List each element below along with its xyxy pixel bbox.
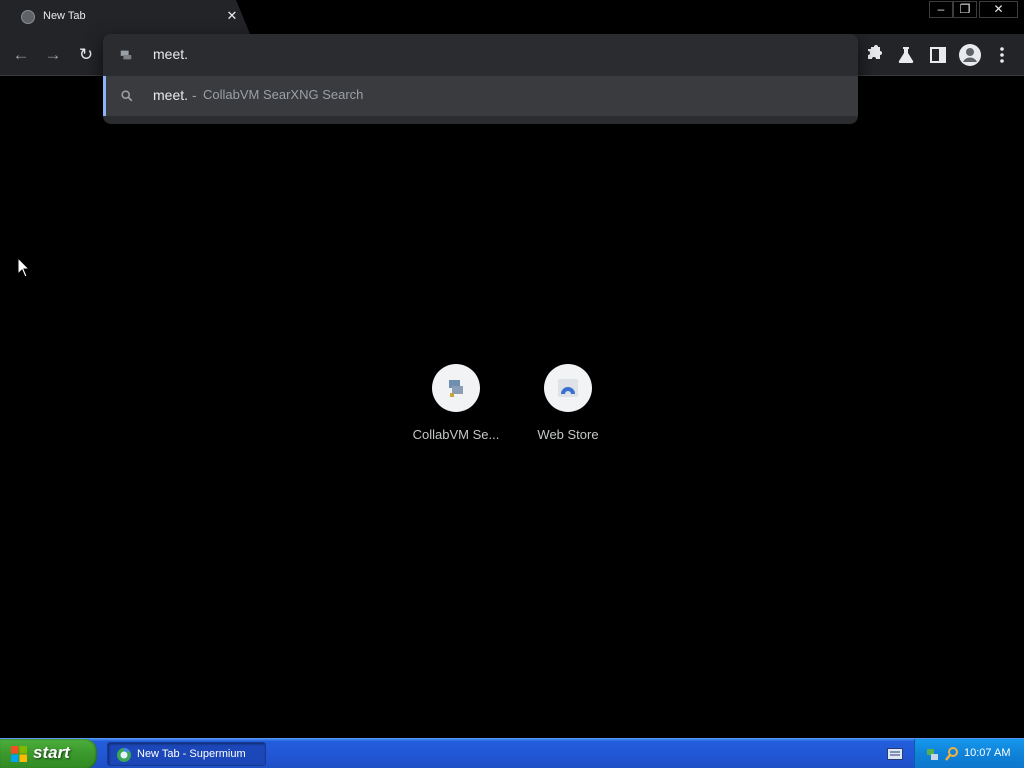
globe-icon	[21, 10, 35, 24]
screen: New Tab ✕ – ❐ ✕ ← → ↻ meet. meet. - Coll…	[0, 0, 1024, 768]
keyboard-icon[interactable]	[887, 748, 903, 760]
shortcut-icon-tile	[432, 364, 480, 412]
web-store-icon	[558, 379, 578, 397]
reload-button[interactable]: ↻	[74, 43, 98, 67]
taskbar-item-supermium[interactable]: New Tab - Supermium	[107, 742, 266, 766]
omnibox-popup: meet. meet. - CollabVM SearXNG Search	[103, 34, 858, 124]
suggestion-query: meet.	[153, 87, 189, 103]
back-button[interactable]: ←	[9, 43, 33, 67]
windows-flag-icon	[11, 746, 27, 762]
tab-close-button[interactable]: ✕	[224, 8, 240, 24]
profile-icon[interactable]	[958, 43, 982, 67]
collabvm-icon	[449, 380, 463, 397]
labs-icon[interactable]	[894, 43, 918, 67]
menu-icon[interactable]	[990, 43, 1014, 67]
shortcut-label: CollabVM Se...	[412, 427, 500, 442]
window-close-button[interactable]: ✕	[979, 1, 1018, 18]
side-panel-icon[interactable]	[926, 43, 950, 67]
system-tray: 10:07 AM	[914, 739, 1024, 768]
start-button[interactable]: start	[0, 739, 97, 768]
tab-strip: New Tab ✕ – ❐ ✕	[0, 0, 1024, 34]
taskbar: start New Tab - Supermium 10:07 AM	[0, 738, 1024, 768]
start-label: start	[33, 743, 70, 762]
search-icon	[121, 90, 133, 102]
extensions-icon[interactable]	[862, 43, 886, 67]
forward-button[interactable]: →	[41, 43, 65, 67]
shortcut-icon-tile	[544, 364, 592, 412]
supermium-icon	[117, 747, 131, 762]
suggestion-separator: -	[192, 87, 197, 103]
suggestion-engine: CollabVM SearXNG Search	[203, 87, 364, 102]
omnibox-suggestion[interactable]: meet. - CollabVM SearXNG Search	[103, 76, 858, 116]
network-icon[interactable]	[925, 746, 941, 762]
shortcut-web-store[interactable]: Web Store	[520, 364, 616, 448]
window-restore-button[interactable]: ❐	[953, 1, 977, 18]
taskbar-item-label: New Tab - Supermium	[137, 748, 246, 760]
shortcut-label: Web Store	[537, 427, 599, 442]
shortcut-collabvm[interactable]: CollabVM Se...	[408, 364, 504, 448]
mouse-cursor-icon	[17, 257, 31, 278]
search-tray-icon[interactable]	[944, 746, 960, 762]
collabvm-icon	[120, 50, 132, 60]
address-bar[interactable]: meet.	[103, 34, 858, 76]
address-input[interactable]: meet.	[153, 46, 188, 62]
clock: 10:07 AM	[964, 747, 1011, 759]
tab-new-tab[interactable]: New Tab ✕	[0, 0, 250, 34]
window-minimize-button[interactable]: –	[929, 1, 953, 18]
tab-title: New Tab	[43, 10, 86, 22]
